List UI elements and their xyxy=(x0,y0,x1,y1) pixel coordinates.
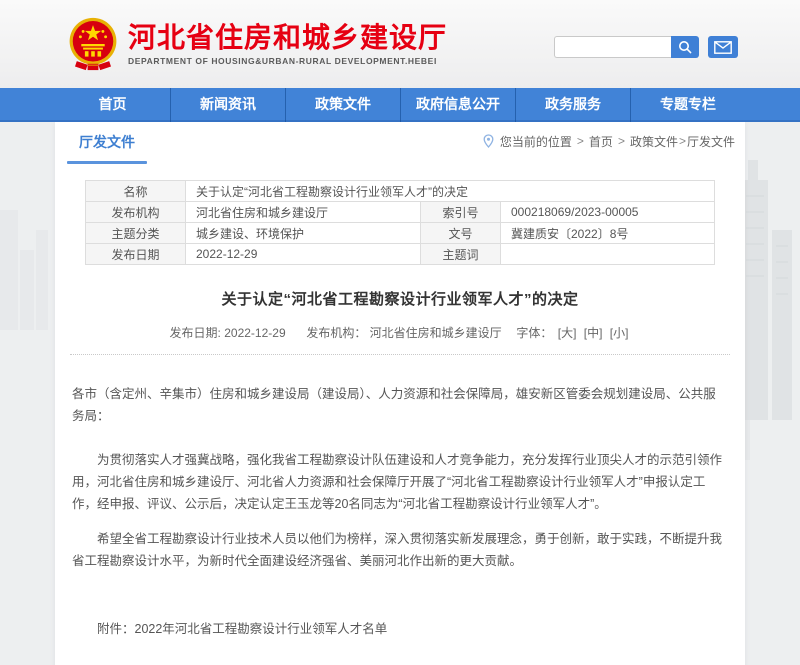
meta-date-value: 2022-12-29 xyxy=(186,244,421,265)
breadcrumb: 您当前的位置 > 首页 > 政策文件 > 厅发文件 xyxy=(483,133,735,150)
site-brand: 河北省住房和城乡建设厅 DEPARTMENT OF HOUSING&URBAN-… xyxy=(66,16,447,72)
site-header: 河北省住房和城乡建设厅 DEPARTMENT OF HOUSING&URBAN-… xyxy=(0,0,800,88)
divider xyxy=(70,354,730,355)
panel-head: 厅发文件 您当前的位置 > 首页 > 政策文件 > 厅发文件 xyxy=(55,122,745,160)
table-row: 发布日期 2022-12-29 主题词 xyxy=(86,244,715,265)
article: 关于认定“河北省工程勘察设计行业领军人才”的决定 发布日期: 2022-12-2… xyxy=(55,288,745,665)
table-row: 发布机构 河北省住房和城乡建设厅 索引号 000218069/2023-0000… xyxy=(86,202,715,223)
search-icon xyxy=(678,40,692,54)
tab-department-documents[interactable]: 厅发文件 xyxy=(75,122,139,161)
nav-item-news[interactable]: 新闻资讯 xyxy=(170,88,285,122)
main-nav: 首页 新闻资讯 政策文件 政府信息公开 政务服务 专题专栏 xyxy=(0,88,800,122)
meta-name-value: 关于认定“河北省工程勘察设计行业领军人才”的决定 xyxy=(186,181,715,202)
article-info-line: 发布日期: 2022-12-29 发布机构： 河北省住房和城乡建设厅 字体： [… xyxy=(70,324,730,341)
pub-org-value: 河北省住房和城乡建设厅 xyxy=(370,326,502,340)
pub-date-value: 2022-12-29 xyxy=(224,326,285,340)
site-subtitle: DEPARTMENT OF HOUSING&URBAN-RURAL DEVELO… xyxy=(128,56,447,66)
article-title: 关于认定“河北省工程勘察设计行业领军人才”的决定 xyxy=(70,288,730,309)
meta-keyword-label: 主题词 xyxy=(421,244,501,265)
body-paragraph: 为贯彻落实人才强冀战略，强化我省工程勘察设计队伍建设和人才竞争能力，充分发挥行业… xyxy=(72,449,728,515)
salutation-paragraph: 各市（含定州、辛集市）住房和城乡建设局（建设局）、人力资源和社会保障局，雄安新区… xyxy=(72,383,728,427)
table-row: 主题分类 城乡建设、环境保护 文号 冀建质安〔2022〕8号 xyxy=(86,223,715,244)
brand-text: 河北省住房和城乡建设厅 DEPARTMENT OF HOUSING&URBAN-… xyxy=(128,23,447,66)
breadcrumb-item-home[interactable]: 首页 xyxy=(589,133,613,150)
pub-date-label: 发布日期: xyxy=(170,326,221,340)
mail-button[interactable] xyxy=(708,36,738,58)
breadcrumb-item-policy-documents[interactable]: 政策文件 xyxy=(630,133,678,150)
meta-docno-label: 文号 xyxy=(421,223,501,244)
meta-index-label: 索引号 xyxy=(421,202,501,223)
mail-icon xyxy=(714,41,732,54)
breadcrumb-separator: > xyxy=(679,134,686,148)
meta-keyword-value xyxy=(501,244,715,265)
meta-org-value: 河北省住房和城乡建设厅 xyxy=(186,202,421,223)
header-search xyxy=(554,36,738,58)
location-pin-icon xyxy=(483,134,494,148)
font-size-medium-button[interactable]: [中] xyxy=(584,326,603,340)
search-input[interactable] xyxy=(554,36,671,58)
pub-org-label: 发布机构： xyxy=(306,326,366,340)
table-row: 名称 关于认定“河北省工程勘察设计行业领军人才”的决定 xyxy=(86,181,715,202)
font-size-large-button[interactable]: [大] xyxy=(558,326,577,340)
search-button[interactable] xyxy=(671,36,699,58)
content-panel: 厅发文件 您当前的位置 > 首页 > 政策文件 > 厅发文件 名称 关于认定“河… xyxy=(55,122,745,665)
nav-item-gov-info-disclosure[interactable]: 政府信息公开 xyxy=(400,88,515,122)
meta-topic-label: 主题分类 xyxy=(86,223,186,244)
nav-item-policy-documents[interactable]: 政策文件 xyxy=(285,88,400,122)
document-meta-table: 名称 关于认定“河北省工程勘察设计行业领军人才”的决定 发布机构 河北省住房和城… xyxy=(85,180,715,265)
site-title: 河北省住房和城乡建设厅 xyxy=(128,23,447,53)
body-paragraph: 希望全省工程勘察设计行业技术人员以他们为榜样，深入贯彻落实新发展理念，勇于创新，… xyxy=(72,528,728,572)
nav-item-gov-services[interactable]: 政务服务 xyxy=(515,88,630,122)
breadcrumb-separator: > xyxy=(618,134,625,148)
breadcrumb-item-department-documents[interactable]: 厅发文件 xyxy=(687,133,735,150)
breadcrumb-prefix: 您当前的位置 xyxy=(500,133,572,150)
nav-item-special-topics[interactable]: 专题专栏 xyxy=(630,88,745,122)
meta-org-label: 发布机构 xyxy=(86,202,186,223)
meta-docno-value: 冀建质安〔2022〕8号 xyxy=(501,223,715,244)
article-body: 各市（含定州、辛集市）住房和城乡建设局（建设局）、人力资源和社会保障局，雄安新区… xyxy=(70,383,730,665)
meta-index-value: 000218069/2023-00005 xyxy=(501,202,715,223)
attachment-link[interactable]: 附件：2022年河北省工程勘察设计行业领军人才名单 xyxy=(72,618,728,640)
font-size-label: 字体： xyxy=(516,326,552,340)
meta-name-label: 名称 xyxy=(86,181,186,202)
meta-topic-value: 城乡建设、环境保护 xyxy=(186,223,421,244)
nav-item-home[interactable]: 首页 xyxy=(55,88,170,122)
national-emblem-icon xyxy=(66,16,120,72)
meta-date-label: 发布日期 xyxy=(86,244,186,265)
font-size-small-button[interactable]: [小] xyxy=(610,326,629,340)
breadcrumb-separator: > xyxy=(577,134,584,148)
